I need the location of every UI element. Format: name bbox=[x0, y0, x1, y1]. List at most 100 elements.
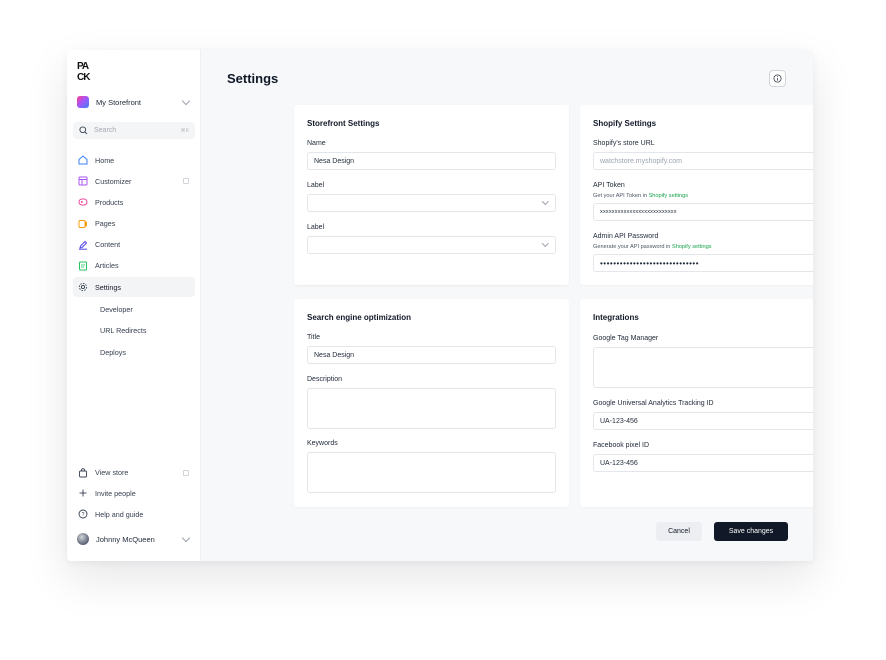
shopify-settings-card: Shopify Settings Shopify's store URL wat… bbox=[580, 105, 813, 285]
sidebar: PA CK My Storefront Search ⌘K Home Custo… bbox=[67, 50, 201, 561]
sidebar-item-invite-people[interactable]: Invite people bbox=[73, 484, 195, 504]
fb-pixel-label: Facebook pixel ID bbox=[593, 442, 650, 449]
api-token-field[interactable]: xxxxxxxxxxxxxxxxxxxxxxxxxx bbox=[593, 203, 813, 221]
admin-password-label: Admin API Password bbox=[593, 233, 659, 240]
sidebar-item-label: Articles bbox=[95, 261, 119, 271]
sidebar-item-view-store[interactable]: View store bbox=[73, 463, 195, 483]
gtm-label: Google Tag Manager bbox=[593, 335, 659, 342]
fb-pixel-field[interactable]: UA-123-456 bbox=[593, 454, 813, 472]
store-switcher[interactable]: My Storefront bbox=[77, 95, 192, 109]
sidebar-item-label: Content bbox=[95, 240, 121, 250]
info-button[interactable] bbox=[769, 70, 786, 87]
external-link-icon bbox=[183, 469, 189, 476]
keywords-textarea[interactable] bbox=[307, 452, 556, 493]
avatar bbox=[77, 533, 89, 545]
tag-icon bbox=[78, 197, 88, 207]
svg-text:CK: CK bbox=[77, 72, 91, 82]
pencil-icon bbox=[78, 240, 88, 250]
chevron-down-icon bbox=[181, 533, 191, 542]
shopify-settings-link[interactable]: Shopify settings bbox=[649, 193, 689, 199]
gear-icon bbox=[78, 282, 88, 292]
sidebar-item-customizer[interactable]: Customizer bbox=[73, 171, 195, 191]
chevron-down-icon bbox=[181, 96, 191, 105]
api-token-label: API Token bbox=[593, 182, 625, 189]
sidebar-subitem-url-redirects[interactable]: URL Redirects bbox=[73, 320, 195, 342]
ga-label: Google Universal Analytics Tracking ID bbox=[593, 400, 714, 407]
page-title: Settings bbox=[227, 71, 279, 86]
plus-icon bbox=[78, 488, 88, 498]
label-select-1[interactable] bbox=[307, 194, 556, 212]
label-select-2[interactable] bbox=[307, 236, 556, 254]
brand-logo[interactable]: PA CK bbox=[77, 60, 101, 83]
name-label: Name bbox=[307, 140, 326, 147]
svg-text:?: ? bbox=[81, 512, 84, 518]
card-title: Search engine optimization bbox=[307, 313, 412, 322]
sidebar-item-label: Pages bbox=[95, 219, 116, 229]
svg-text:PA: PA bbox=[77, 61, 89, 72]
sidebar-item-label: Home bbox=[95, 155, 115, 165]
storefront-settings-card-body: Storefront Settings Name Nesa Design Lab… bbox=[294, 105, 569, 285]
chevron-down-icon bbox=[541, 198, 548, 205]
sidebar-subitem-deploys[interactable]: Deploys bbox=[73, 341, 195, 363]
gtm-textarea[interactable] bbox=[593, 347, 813, 388]
sidebar-item-products[interactable]: Products bbox=[73, 192, 195, 212]
search-shortcut: ⌘K bbox=[180, 127, 189, 134]
bag-icon bbox=[78, 468, 88, 478]
save-changes-button[interactable]: Save changes bbox=[714, 522, 788, 541]
sidebar-item-label: Settings bbox=[95, 282, 121, 292]
store-url-field[interactable]: watchstore.myshopify.com bbox=[593, 152, 813, 170]
ga-field[interactable]: UA-123-456 bbox=[593, 412, 813, 430]
store-avatar bbox=[77, 96, 89, 108]
layout-icon bbox=[78, 176, 88, 186]
description-label: Description bbox=[307, 376, 343, 383]
user-menu[interactable]: Johnny McQueen bbox=[77, 532, 192, 546]
search-input[interactable]: Search ⌘K bbox=[73, 122, 195, 139]
integrations-card: Integrations Google Tag Manager Google U… bbox=[580, 299, 813, 507]
sidebar-item-label: Invite people bbox=[95, 488, 136, 498]
card-title: Shopify Settings bbox=[593, 119, 657, 128]
sidebar-item-content[interactable]: Content bbox=[73, 235, 195, 255]
admin-password-field[interactable]: •••••••••••••••••••••••••••••• bbox=[593, 254, 813, 272]
keywords-label: Keywords bbox=[307, 440, 338, 447]
sidebar-item-help[interactable]: ? Help and guide bbox=[73, 504, 195, 524]
label-label-2: Label bbox=[307, 224, 325, 231]
main-content: Settings Storefront Settings Name Nesa D… bbox=[201, 50, 813, 561]
store-name: My Storefront bbox=[96, 97, 142, 107]
external-link-icon bbox=[183, 178, 189, 185]
sidebar-item-label: Customizer bbox=[95, 176, 132, 186]
label-label: Label bbox=[307, 182, 325, 189]
search-placeholder: Search bbox=[94, 127, 117, 134]
hint-text: Get your API Token in bbox=[593, 193, 649, 199]
sidebar-subitem-developer[interactable]: Developer bbox=[73, 298, 195, 320]
seo-title-label: Title bbox=[307, 334, 320, 341]
user-name: Johnny McQueen bbox=[96, 534, 155, 544]
description-textarea[interactable] bbox=[307, 388, 556, 429]
api-token-hint: Get your API Token in Shopify settings bbox=[593, 193, 688, 199]
cancel-button[interactable]: Cancel bbox=[656, 522, 702, 541]
app-window: PA CK My Storefront Search ⌘K Home Custo… bbox=[67, 50, 813, 561]
store-url-label: Shopify's store URL bbox=[593, 140, 655, 147]
sidebar-item-pages[interactable]: Pages bbox=[73, 214, 195, 234]
seo-card: Search engine optimization Title Nesa De… bbox=[294, 299, 569, 507]
sidebar-nav: Home Customizer Products Pages Content A… bbox=[73, 150, 195, 363]
seo-title-field[interactable]: Nesa Design bbox=[307, 346, 556, 364]
article-icon bbox=[78, 261, 88, 271]
sidebar-item-home[interactable]: Home bbox=[73, 150, 195, 170]
admin-password-hint: Generate your API password in Shopify se… bbox=[593, 244, 711, 250]
shopify-settings-link[interactable]: Shopify settings bbox=[672, 244, 712, 250]
info-icon bbox=[773, 74, 782, 83]
chevron-down-icon bbox=[541, 240, 548, 247]
pages-icon bbox=[78, 219, 88, 229]
sidebar-item-label: Help and guide bbox=[95, 509, 144, 519]
sidebar-item-settings[interactable]: Settings bbox=[73, 277, 195, 298]
card-title: Storefront Settings bbox=[307, 119, 380, 128]
sidebar-item-label: Products bbox=[95, 197, 124, 207]
card-title: Integrations bbox=[593, 313, 639, 322]
home-icon bbox=[78, 155, 88, 165]
help-icon: ? bbox=[78, 509, 88, 519]
sidebar-bottom-nav: View store Invite people ? Help and guid… bbox=[73, 463, 195, 525]
search-icon bbox=[79, 126, 88, 135]
hint-text: Generate your API password in bbox=[593, 244, 672, 250]
sidebar-item-articles[interactable]: Articles bbox=[73, 256, 195, 276]
name-field[interactable]: Nesa Design bbox=[307, 152, 556, 170]
